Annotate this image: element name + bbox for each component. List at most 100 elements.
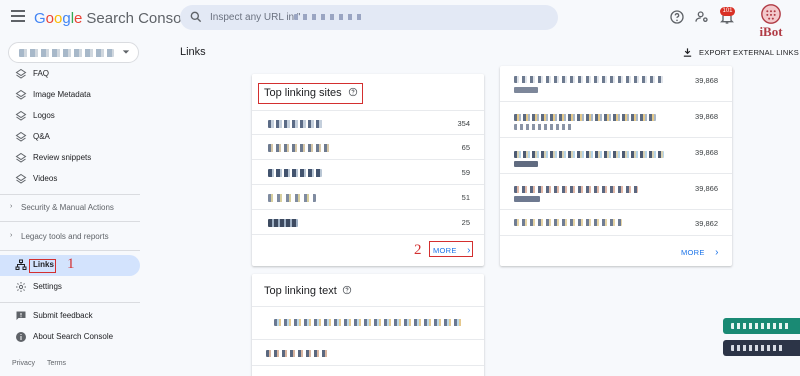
table-row[interactable] (252, 340, 484, 366)
table-row[interactable]: 59 (252, 160, 484, 185)
sidebar-divider (0, 194, 140, 195)
sidebar-item-label: Q&A (33, 132, 50, 141)
notification-count-badge: 101 (720, 7, 735, 16)
more-button[interactable]: MORE › (681, 247, 719, 258)
annotation-highlight-title (258, 83, 363, 104)
sidebar-item-faq[interactable]: FAQ (0, 64, 140, 85)
redacted-url (514, 87, 538, 93)
sidebar-item-label: Settings (33, 282, 62, 291)
sidebar-item-label: About Search Console (33, 332, 114, 341)
section-legacy-tools[interactable]: › Legacy tools and reports (0, 230, 140, 244)
table-row[interactable]: 39,866 (500, 174, 732, 210)
layers-icon (15, 110, 27, 121)
chevron-right-icon: › (10, 232, 13, 239)
layers-icon (15, 89, 27, 100)
page-title: Links (180, 46, 206, 58)
table-row[interactable]: 354 (252, 110, 484, 135)
menu-icon[interactable] (11, 10, 25, 24)
redacted-site (268, 120, 324, 128)
sidebar-divider (0, 250, 140, 251)
link-count: 25 (461, 218, 470, 227)
table-row[interactable]: 39,868 (500, 66, 732, 102)
help-icon[interactable] (669, 9, 685, 25)
redacted-url (514, 114, 656, 121)
table-row[interactable]: 39,868 (500, 138, 732, 174)
product-logo[interactable]: Google Search Console (34, 10, 193, 27)
chevron-right-icon: › (10, 203, 13, 210)
layers-icon (15, 131, 27, 142)
table-row[interactable] (252, 306, 484, 340)
help-icon[interactable] (342, 285, 352, 295)
sidebar-divider (0, 302, 140, 303)
search-input[interactable] (210, 9, 550, 26)
ibot-wordmark: iBot (759, 24, 783, 39)
sitemap-icon (15, 259, 27, 270)
sidebar-item-label: Logos (33, 111, 55, 120)
link-count: 39,868 (695, 148, 718, 157)
redacted-site (268, 219, 298, 227)
sidebar-item-label: FAQ (33, 69, 50, 78)
link-count: 51 (461, 193, 470, 202)
redacted-url (514, 161, 538, 167)
table-row[interactable]: 39,862 (500, 210, 732, 236)
ibot-watermark: iBot (750, 0, 792, 44)
sidebar-item-review-snippets[interactable]: Review snippets (0, 148, 140, 169)
redacted-anchor-text (266, 350, 328, 357)
link-count: 39,862 (695, 219, 718, 228)
gear-icon (16, 282, 26, 292)
table-row[interactable]: 51 (252, 185, 484, 210)
chevron-down-icon (122, 50, 130, 54)
link-count: 39,868 (695, 112, 718, 121)
redacted-url (514, 196, 540, 202)
top-linking-text-card: Top linking text (252, 274, 484, 376)
section-label: Legacy tools and reports (21, 232, 109, 241)
layers-icon (15, 152, 27, 163)
section-security-manual-actions[interactable]: › Security & Manual Actions (0, 201, 140, 215)
link-count: 65 (461, 143, 470, 152)
sidebar-item-qa[interactable]: Q&A (0, 127, 140, 148)
sidebar-item-logos[interactable]: Logos (0, 106, 140, 127)
redacted-property-name (19, 49, 114, 57)
url-inspection-search[interactable] (180, 5, 558, 30)
annotation-number-1: 1 (67, 256, 75, 272)
feedback-icon (16, 311, 26, 320)
redacted-url (514, 219, 622, 226)
sidebar-item-label: Image Metadata (33, 90, 91, 99)
layers-icon (15, 68, 27, 79)
ibot-logo-icon (761, 4, 781, 24)
top-app-bar: GoogleSearch Console 101 iBot (0, 0, 800, 39)
section-label: Security & Manual Actions (21, 203, 114, 212)
privacy-link[interactable]: Privacy (12, 360, 35, 367)
annotation-highlight-more (429, 241, 473, 257)
manage-users-icon[interactable] (694, 9, 710, 25)
link-count: 59 (461, 168, 470, 177)
table-row[interactable]: 65 (252, 135, 484, 160)
terms-link[interactable]: Terms (47, 360, 66, 367)
annotation-highlight-links (29, 259, 56, 273)
redacted-url (514, 151, 664, 158)
sidebar-item-submit-feedback[interactable]: Submit feedback (0, 306, 140, 327)
property-selector[interactable] (8, 42, 139, 63)
info-icon (16, 332, 26, 342)
sidebar-item-label: Submit feedback (33, 311, 93, 320)
card-title: Top linking text (264, 285, 337, 297)
redacted-url (514, 186, 638, 193)
table-row[interactable]: 25 (252, 210, 484, 235)
search-icon (190, 11, 202, 23)
sidebar-divider (0, 221, 140, 222)
table-row[interactable]: 39,868 (500, 102, 732, 138)
sidebar-item-videos[interactable]: Videos (0, 169, 140, 190)
sidebar-item-about[interactable]: About Search Console (0, 327, 140, 348)
redacted-anchor-text (274, 319, 462, 326)
sidebar-item-label: Review snippets (33, 153, 92, 162)
sidebar-item-settings[interactable]: Settings (0, 277, 140, 298)
redacted-widget-text (731, 323, 791, 329)
floating-widget-dark[interactable] (723, 340, 800, 356)
link-count: 39,868 (695, 76, 718, 85)
redacted-widget-text (731, 345, 783, 351)
redacted-url (514, 76, 664, 83)
sidebar-item-image-metadata[interactable]: Image Metadata (0, 85, 140, 106)
link-count: 39,866 (695, 184, 718, 193)
annotation-number-2: 2 (414, 242, 422, 258)
floating-widget-green[interactable] (723, 318, 800, 334)
